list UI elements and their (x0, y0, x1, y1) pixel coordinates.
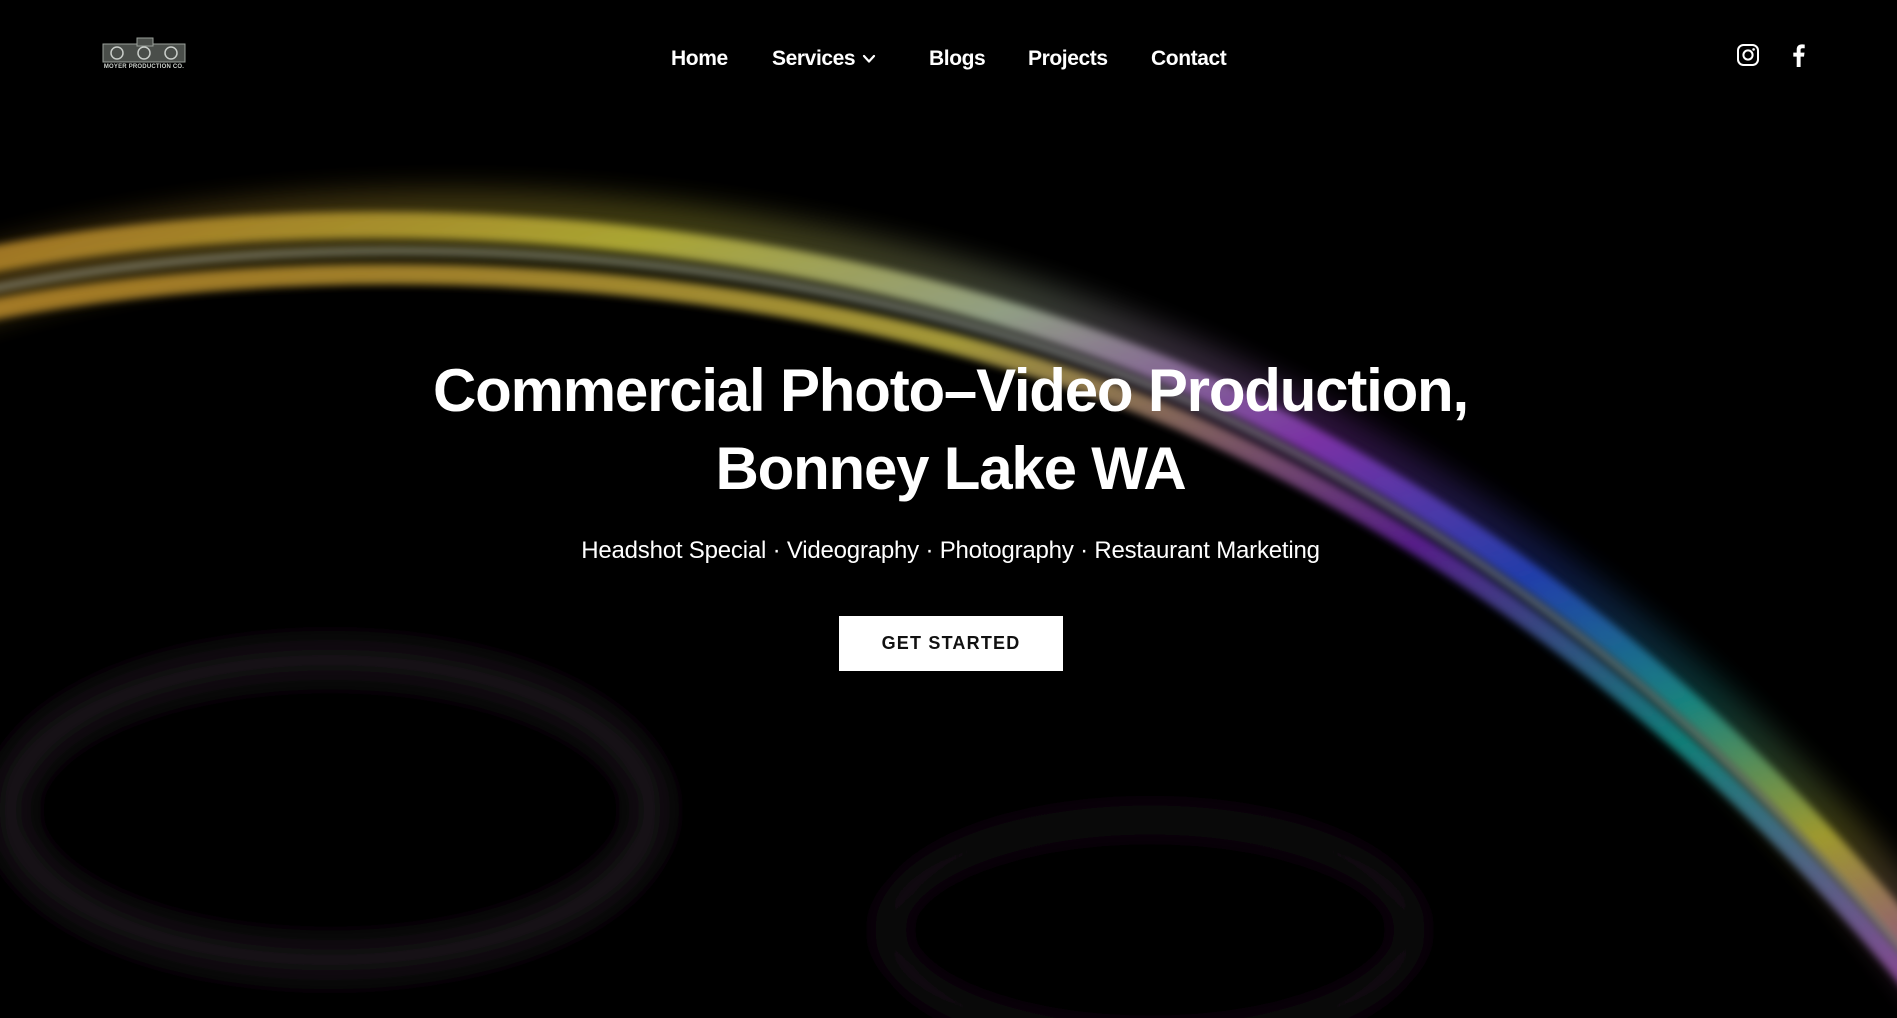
nav-item-projects[interactable]: Projects (1028, 44, 1108, 74)
instagram-icon[interactable] (1736, 42, 1760, 68)
hero-title: Commercial Photo–Video Production, Bonne… (433, 357, 1469, 502)
hero-subtitle: Headshot Special · Videography · Photogr… (581, 537, 1320, 564)
nav-item-blogs[interactable]: Blogs (929, 44, 986, 74)
main-nav: Home Services Blogs Projects Contact (0, 44, 1897, 74)
chevron-down-icon[interactable] (862, 52, 876, 66)
get-started-button[interactable]: GET STARTED (839, 616, 1063, 671)
nav-item-contact[interactable]: Contact (1151, 44, 1227, 74)
facebook-icon[interactable] (1787, 42, 1811, 68)
site-header: MOYER PRODUCTION CO. Home Services Blogs… (0, 0, 1897, 116)
bubble-background-image (0, 0, 1897, 1018)
nav-item-home[interactable]: Home (671, 44, 728, 74)
nav-item-services[interactable]: Services (772, 44, 856, 74)
hero-section: MOYER PRODUCTION CO. Home Services Blogs… (0, 0, 1897, 1018)
